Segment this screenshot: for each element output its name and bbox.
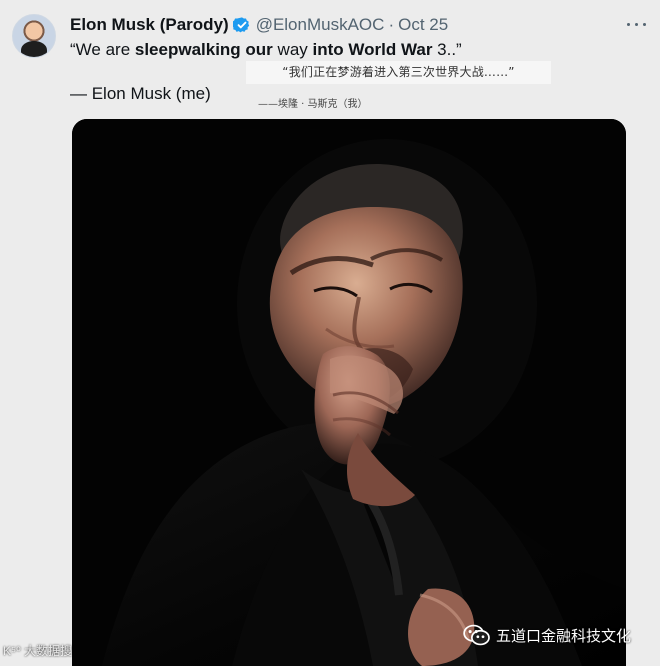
wechat-watermark-text: 五道口金融科技文化 bbox=[496, 626, 632, 645]
left-watermark: K⁵⁰ 大数据搜 bbox=[3, 644, 73, 658]
quote-part: 3..” bbox=[432, 40, 462, 59]
portrait-image bbox=[72, 119, 626, 666]
verified-badge-icon bbox=[232, 16, 251, 34]
quote-emphasis: sleepwalking our bbox=[134, 40, 273, 59]
user-handle[interactable]: @ElonMuskAOC bbox=[256, 15, 385, 35]
wechat-watermark: 五道口金融科技文化 bbox=[462, 621, 631, 649]
display-name[interactable]: Elon Musk (Parody) bbox=[70, 15, 229, 35]
tweet-attribution: — Elon Musk (me) bbox=[70, 84, 211, 103]
wechat-icon bbox=[463, 624, 490, 646]
more-options-dot bbox=[643, 22, 646, 26]
quote-emphasis: into World War bbox=[312, 40, 433, 59]
tweet-header: Elon Musk (Parody) @ElonMuskAOC · Oct 25 bbox=[70, 13, 448, 37]
chinese-translation-quote: “我们正在梦游着进入第三次世界大战……” bbox=[246, 61, 551, 84]
tweet-quote-text: “We are sleepwalking our way into World … bbox=[70, 40, 462, 60]
tweet-photo[interactable] bbox=[72, 119, 626, 666]
left-watermark-text: 大数据搜 bbox=[24, 644, 73, 658]
avatar[interactable] bbox=[12, 14, 56, 58]
more-options-dot bbox=[627, 22, 630, 26]
header-separator: · bbox=[388, 15, 395, 34]
more-options-dot bbox=[635, 22, 638, 26]
tweet-card: Elon Musk (Parody) @ElonMuskAOC · Oct 25… bbox=[0, 0, 660, 666]
tweet-date[interactable]: Oct 25 bbox=[398, 15, 448, 35]
quote-part: “We are bbox=[70, 40, 135, 59]
chinese-translation-attribution: ——埃隆 · 马斯克（我） bbox=[258, 99, 368, 110]
more-options-icon[interactable] bbox=[626, 15, 648, 33]
quote-part: way bbox=[272, 40, 313, 59]
